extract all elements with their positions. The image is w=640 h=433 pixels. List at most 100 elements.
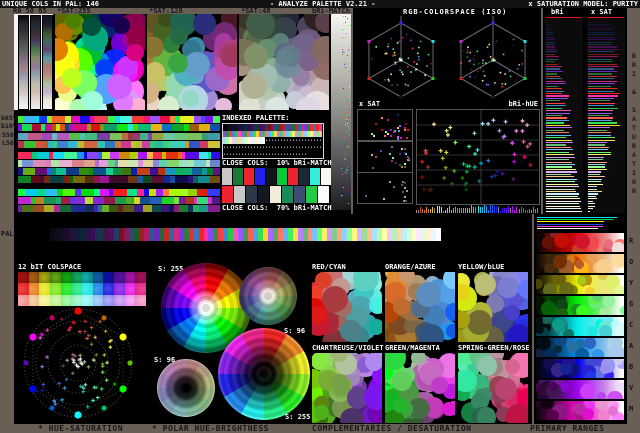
value-bar (588, 149, 608, 151)
palette-strip (45, 228, 442, 241)
match-dot (349, 133, 351, 135)
scatter-dot (380, 149, 383, 152)
colspace-cell (124, 294, 136, 306)
ruler-tick (489, 205, 491, 213)
scatter-dot (401, 184, 404, 187)
value-bar (546, 129, 564, 131)
primary-ranges-decor-bars (537, 217, 623, 230)
value-bar (546, 63, 558, 65)
scatter-dot (404, 122, 407, 125)
comp-panel-green-magenta (385, 353, 455, 423)
color-blob (442, 401, 455, 417)
color-blob (609, 344, 624, 357)
close-col-swatch (244, 168, 254, 185)
value-bar (588, 46, 618, 48)
ruler-tick (493, 206, 495, 213)
colspace-cell (39, 294, 50, 306)
value-bar (588, 92, 620, 95)
match-dot (345, 32, 347, 34)
strip-segment (84, 160, 95, 167)
bri-and-saturation-side-label: BRI & SATURATION (630, 52, 638, 196)
scatter-dot (396, 113, 399, 116)
strip-segment (199, 152, 208, 159)
value-bar (588, 29, 614, 31)
strip-segment (42, 133, 53, 140)
value-bar (588, 112, 613, 114)
value-bar (546, 43, 555, 46)
color-blob (541, 300, 557, 315)
color-blob (504, 304, 520, 321)
ruler-tick (436, 205, 438, 213)
value-bar (546, 132, 569, 134)
ruler-tick (465, 207, 467, 213)
strip-segment (117, 160, 127, 167)
strip-segment (62, 189, 75, 196)
value-bar (588, 168, 607, 171)
match-dot (347, 95, 349, 97)
match-dot (346, 123, 348, 125)
strip-segment (22, 205, 34, 212)
value-bar (546, 141, 574, 144)
color-blob (560, 363, 572, 375)
value-bar (546, 144, 567, 146)
ruler-tick (457, 207, 458, 213)
value-bar (588, 190, 602, 193)
strip-segment (186, 197, 194, 204)
analyze-palette-app: { "header": { "unique_cols": "UNIQUE COL… (0, 0, 640, 433)
close-col-swatch (318, 186, 329, 203)
polar-s255-bottom-label: S: 255 (285, 413, 311, 421)
match-dot (341, 124, 343, 126)
strip-segment (18, 152, 32, 159)
voronoi-sat255-panel (55, 14, 145, 110)
strip-segment (65, 168, 80, 175)
value-bar (546, 24, 552, 26)
color-blob (566, 341, 579, 353)
color-blob (391, 370, 412, 392)
strip-segment (140, 197, 150, 204)
strip-segment (151, 133, 163, 140)
comp-panel-red-cyan (312, 272, 382, 342)
strip-segment (130, 152, 138, 159)
palette-strip-row (18, 141, 220, 148)
value-bar (588, 151, 612, 153)
ruler-tick (502, 207, 504, 213)
strip-segment (18, 176, 31, 183)
scatter-dot (403, 166, 406, 169)
value-bar (588, 97, 614, 100)
value-bar (546, 156, 576, 158)
polar-circle-s96-bright (239, 267, 297, 325)
strip-segment (168, 189, 182, 196)
strip-segment (166, 152, 179, 159)
match-dot (348, 48, 350, 50)
color-blob (82, 90, 104, 110)
strip-segment (73, 176, 86, 183)
value-bar (546, 112, 571, 114)
strip-segment (18, 133, 29, 140)
value-bar (588, 119, 613, 122)
match-dot (345, 99, 347, 101)
color-blob (107, 74, 132, 99)
close-col-swatch (234, 186, 245, 203)
strip-segment (152, 205, 161, 212)
strip-segment (61, 197, 70, 204)
value-bar (546, 190, 577, 193)
strip-segment (174, 176, 188, 183)
colspace-cell (103, 272, 114, 284)
ruler-tick (461, 207, 463, 213)
match-dot (345, 66, 347, 68)
bri-bars-column (545, 17, 583, 213)
decor-line (537, 225, 604, 227)
value-bar (588, 139, 616, 141)
strip-segment (162, 197, 175, 204)
strip-segment (140, 133, 149, 140)
decor-line (537, 223, 604, 225)
color-blob (312, 35, 329, 63)
color-blob (312, 353, 329, 370)
indexed-palette-title: INDEXED PALETTE: (222, 114, 290, 122)
ruler-tick (428, 209, 430, 213)
comp-label-spring-green-rose: SPRING-GREEN/ROSE (458, 344, 530, 352)
match-dot (348, 166, 350, 168)
value-bar (546, 181, 575, 183)
strip-segment (212, 168, 220, 175)
close-col-swatch (310, 168, 320, 185)
